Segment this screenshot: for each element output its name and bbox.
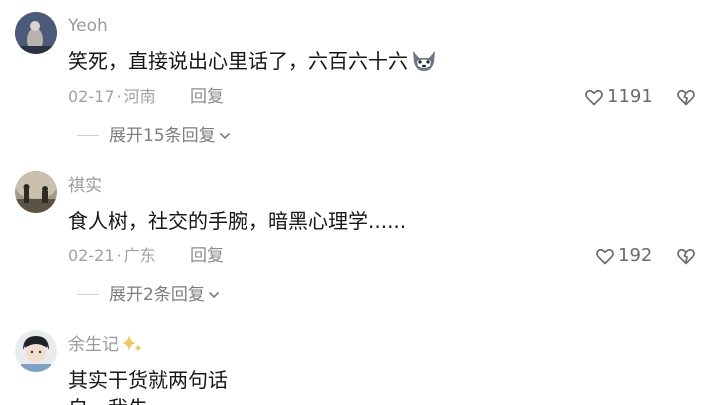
chevron-down-icon bbox=[219, 132, 230, 140]
meta-separator: · bbox=[116, 87, 122, 106]
comment-text: 其实干货就两句话 bbox=[68, 368, 228, 392]
like-count: 192 bbox=[618, 245, 653, 266]
comment-text-body: 笑死，直接说出心里话了，六百六十六 bbox=[68, 49, 408, 73]
meta-separator: · bbox=[116, 246, 122, 265]
comment-location: 河南 bbox=[123, 87, 156, 106]
heart-icon[interactable] bbox=[584, 87, 604, 107]
avatar[interactable] bbox=[15, 171, 57, 213]
expand-replies-button[interactable]: 展开2条回复 bbox=[109, 284, 220, 306]
expand-divider bbox=[77, 135, 99, 136]
expand-replies-button[interactable]: 展开15条回复 bbox=[109, 125, 231, 147]
username-text: 余生记 bbox=[68, 335, 119, 355]
username[interactable]: 余生记 bbox=[68, 334, 143, 360]
sparkle-badge-icon bbox=[121, 334, 143, 360]
expand-replies-label: 展开2条回复 bbox=[109, 285, 205, 305]
reply-button[interactable]: 回复 bbox=[190, 86, 224, 108]
username[interactable]: Yeoh bbox=[68, 15, 108, 37]
expand-divider bbox=[77, 294, 99, 295]
avatar[interactable] bbox=[15, 12, 57, 54]
chevron-down-icon bbox=[208, 291, 219, 299]
heart-icon[interactable] bbox=[595, 246, 615, 266]
avatar[interactable] bbox=[15, 330, 57, 372]
comment-list: Yeoh 笑死，直接说出心里话了，六百六十六 02-17 · 河南 回复 1191 bbox=[0, 0, 720, 405]
comment-meta: 02-21 · 广东 bbox=[68, 245, 156, 267]
comment-meta: 02-17 · 河南 bbox=[68, 86, 156, 108]
comment-text-cutoff: 自…我先 bbox=[68, 394, 148, 405]
comment-text: 笑死，直接说出心里话了，六百六十六 bbox=[68, 47, 438, 80]
reply-button[interactable]: 回复 bbox=[190, 245, 224, 267]
comment-date: 02-17 bbox=[68, 87, 115, 106]
comment-location: 广东 bbox=[123, 246, 156, 265]
broken-heart-icon[interactable] bbox=[676, 87, 696, 107]
username[interactable]: 祺实 bbox=[68, 175, 102, 197]
expand-replies-label: 展开15条回复 bbox=[109, 126, 216, 146]
comment-text: 食人树，社交的手腕，暗黑心理学...... bbox=[68, 209, 407, 233]
comment-date: 02-21 bbox=[68, 246, 115, 265]
wolf-emoji-icon bbox=[410, 49, 438, 80]
broken-heart-icon[interactable] bbox=[676, 246, 696, 266]
like-count: 1191 bbox=[607, 86, 653, 107]
